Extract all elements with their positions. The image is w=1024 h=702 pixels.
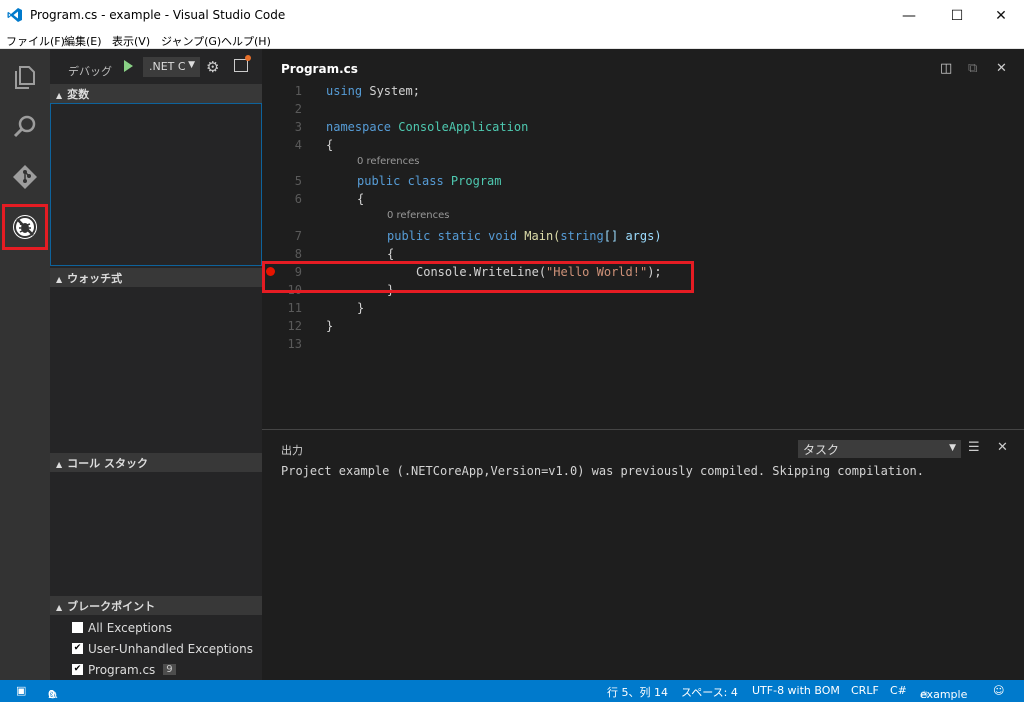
breakpoint-checkbox[interactable] — [72, 622, 83, 633]
breakpoint-label: User-Unhandled Exceptions — [88, 641, 253, 656]
menu-bar: ファイル(F) 編集(E) 表示(V) ジャンプ(G) ヘルプ(H) — [0, 31, 1024, 49]
feedback-smiley-icon[interactable]: ☺ — [993, 684, 1004, 697]
open-changes-icon[interactable]: ⧉ — [968, 61, 977, 76]
git-icon[interactable] — [0, 154, 50, 200]
expand-triangle-icon: ▲ — [56, 91, 63, 100]
clear-output-icon[interactable]: ☰ — [968, 440, 980, 455]
debug-sidebar: デバッグ .NET C ▼ ⚙ ▲ 変数 ▲ ウォッチ式 ▲ コール スタック ▲ ブレ… — [50, 49, 262, 680]
codelens-references[interactable]: 0 references — [262, 210, 1024, 228]
breakpoint-item[interactable]: ✔ User-Unhandled Exceptions — [72, 638, 253, 659]
code-line: 12 } — [287, 319, 334, 333]
menu-edit[interactable]: 編集(E) — [64, 33, 102, 49]
minimize-button[interactable]: — — [886, 0, 932, 31]
callstack-header[interactable]: ▲ コール スタック — [50, 453, 262, 472]
code-line: 2 — [294, 102, 302, 116]
explorer-icon[interactable] — [0, 54, 50, 100]
debug-icon[interactable] — [2, 204, 48, 250]
breakpoint-item[interactable]: All Exceptions — [72, 617, 172, 638]
breakpoints-header[interactable]: ▲ ブレークポイント — [50, 596, 262, 615]
breakpoint-label: All Exceptions — [88, 620, 172, 635]
code-line: 5 public class Program — [294, 174, 502, 188]
vscode-logo-icon — [7, 8, 22, 22]
code-line: 6 { — [294, 192, 365, 206]
language-mode[interactable]: C# — [890, 684, 907, 697]
output-text: Project example (.NETCoreApp,Version=v1.… — [281, 464, 924, 478]
search-icon[interactable] — [0, 104, 50, 150]
code-line: 11 } — [287, 301, 365, 315]
debug-config-value: .NET C — [149, 60, 186, 73]
indentation[interactable]: スペース: 4 — [681, 684, 738, 700]
maximize-button[interactable]: ☐ — [934, 0, 980, 31]
breakpoint-label: Program.cs — [88, 662, 156, 677]
chevron-down-icon: ▼ — [188, 60, 195, 70]
menu-help[interactable]: ヘルプ(H) — [221, 33, 271, 49]
gear-icon[interactable]: ⚙ — [206, 58, 219, 76]
breakpoint-item[interactable]: ✔ Program.cs 9 — [72, 659, 176, 680]
chevron-down-icon: ▼ — [949, 443, 956, 453]
expand-triangle-icon: ▲ — [56, 603, 63, 612]
output-channel-select[interactable]: タスク ▼ — [798, 440, 961, 458]
debug-console-icon[interactable] — [234, 55, 251, 72]
code-line: 13 — [287, 337, 302, 351]
close-button[interactable]: ✕ — [978, 0, 1024, 31]
output-title: 出力 — [281, 444, 303, 457]
variables-header[interactable]: ▲ 変数 — [50, 84, 262, 103]
line-ending[interactable]: CRLF — [851, 684, 879, 697]
expand-triangle-icon: ▲ — [56, 460, 63, 469]
editor-area: Program.cs ◫ ⧉ ✕ 1 using System; 2 3 nam… — [262, 49, 1024, 429]
editor-tab-title[interactable]: Program.cs — [281, 62, 358, 76]
output-channel-value: タスク — [803, 443, 840, 457]
title-bar: Program.cs - example - Visual Studio Cod… — [0, 0, 1024, 31]
breakpoint-line-badge: 9 — [163, 664, 176, 675]
menu-view[interactable]: 表示(V) — [112, 33, 150, 49]
code-line: 7 public static void Main(string[] args) — [294, 229, 662, 243]
project-icon[interactable]: ▣ — [16, 684, 26, 697]
menu-file[interactable]: ファイル(F) — [6, 33, 65, 49]
output-panel: 出力 タスク ▼ ☰ ✕ Project example (.NETCoreAp… — [262, 429, 1024, 680]
expand-triangle-icon: ▲ — [56, 275, 63, 284]
breakpoint-highlight-box — [262, 261, 694, 293]
status-bar: ▣ ⊗ 0 ⚠ 0 行 5、列 14 スペース: 4 UTF-8 with BO… — [0, 680, 1024, 702]
breakpoint-checkbox[interactable]: ✔ — [72, 664, 83, 675]
encoding[interactable]: UTF-8 with BOM — [752, 684, 840, 697]
code-line: 4 { — [294, 138, 334, 152]
code-line: 3 namespace ConsoleApplication — [294, 120, 529, 134]
watch-header[interactable]: ▲ ウォッチ式 — [50, 268, 262, 287]
split-editor-icon[interactable]: ◫ — [940, 61, 952, 76]
close-panel-icon[interactable]: ✕ — [997, 440, 1008, 455]
debug-toolbar: デバッグ .NET C ▼ ⚙ — [50, 49, 262, 84]
window-title: Program.cs - example - Visual Studio Cod… — [30, 8, 286, 22]
breakpoint-checkbox[interactable]: ✔ — [72, 643, 83, 654]
variables-panel — [50, 103, 262, 266]
menu-goto[interactable]: ジャンプ(G) — [161, 33, 221, 49]
cursor-position[interactable]: 行 5、列 14 — [607, 684, 668, 700]
debug-config-select[interactable]: .NET C ▼ — [143, 57, 200, 77]
activity-bar — [0, 49, 50, 680]
start-debugging-icon[interactable] — [124, 60, 133, 72]
debug-title: デバッグ — [68, 65, 112, 78]
code-line: 1 using System; — [294, 84, 420, 98]
close-editor-icon[interactable]: ✕ — [996, 61, 1007, 76]
